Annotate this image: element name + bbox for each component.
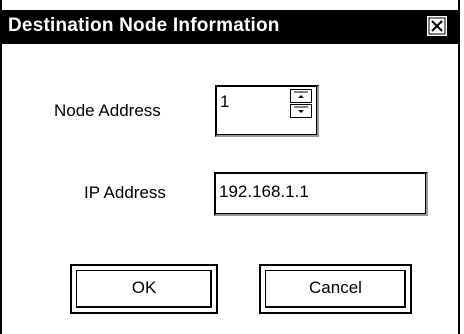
spin-down-icon [294,106,308,113]
destination-node-dialog: Destination Node Information Node Addres… [0,0,460,334]
node-address-spinner[interactable]: 1 [215,85,319,137]
ip-address-label: IP Address [84,183,166,202]
ip-address-value[interactable]: 192.168.1.1 [219,182,309,202]
ok-button[interactable]: OK [70,264,218,314]
dialog-title: Destination Node Information [8,15,280,36]
cancel-button-label: Cancel [309,278,362,297]
ok-button-label: OK [131,278,157,297]
node-address-value[interactable]: 1 [220,92,229,112]
spin-up-button[interactable] [290,89,312,103]
node-address-label: Node Address [54,101,161,120]
spin-up-icon [294,91,308,98]
close-button[interactable] [426,15,448,37]
node-address-spin-buttons [290,89,312,118]
ip-address-field[interactable]: 192.168.1.1 [214,172,428,216]
spin-down-button[interactable] [290,104,312,118]
title-bar: Destination Node Information [2,10,458,44]
cancel-button[interactable]: Cancel [259,264,412,314]
close-icon [428,17,446,35]
